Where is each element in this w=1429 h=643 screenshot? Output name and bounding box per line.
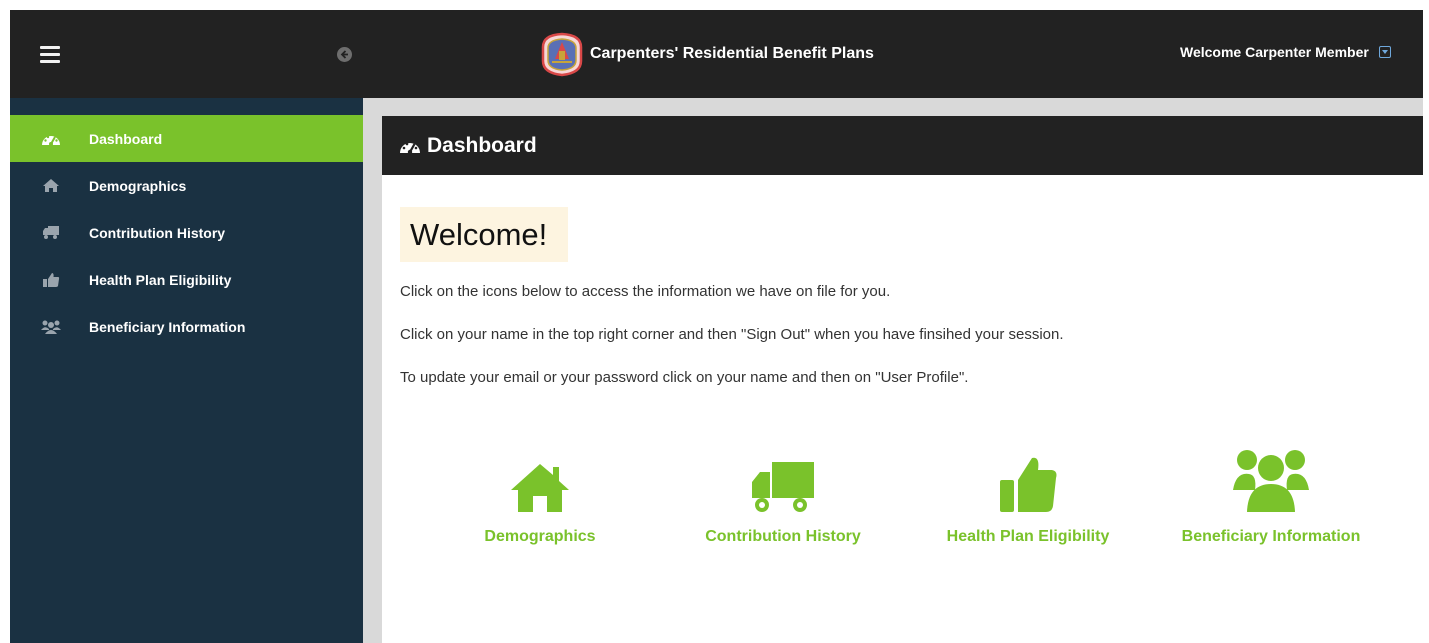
thumbs-up-icon [40, 271, 62, 289]
home-icon[interactable] [430, 446, 650, 514]
panel-header: Dashboard [382, 116, 1423, 175]
hamburger-menu-icon[interactable] [40, 46, 60, 63]
brand[interactable]: Carpenters' Residential Benefit Plans [538, 32, 874, 77]
instruction-line-3: To update your email or your password cl… [400, 369, 969, 386]
sidebar-item-dashboard[interactable]: Dashboard [10, 115, 363, 162]
sidebar-item-label: Demographics [89, 177, 187, 194]
sidebar-item-contribution-history[interactable]: Contribution History [10, 209, 363, 256]
tile-label[interactable]: Demographics [430, 528, 650, 546]
brand-title: Carpenters' Residential Benefit Plans [590, 45, 874, 62]
dashboard-gauge-icon [40, 130, 62, 148]
collapse-sidebar-arrow-icon[interactable] [337, 47, 352, 62]
tile-health-plan-eligibility[interactable]: Health Plan Eligibility [918, 446, 1138, 546]
dropdown-caret-icon[interactable] [1378, 46, 1391, 58]
welcome-title: Welcome! [410, 216, 548, 252]
tile-label[interactable]: Beneficiary Information [1161, 528, 1381, 546]
tile-label[interactable]: Contribution History [673, 528, 893, 546]
carpenters-logo-icon [541, 32, 583, 77]
app-window: Carpenters' Residential Benefit Plans We… [10, 10, 1423, 643]
tile-contribution-history[interactable]: Contribution History [673, 446, 893, 546]
dashboard-panel: Dashboard Welcome! Click on the icons be… [382, 116, 1423, 643]
truck-icon [40, 224, 62, 242]
tile-beneficiary-information[interactable]: Beneficiary Information [1161, 446, 1381, 546]
user-menu-label[interactable]: Welcome Carpenter Member [1180, 44, 1369, 60]
truck-icon[interactable] [673, 446, 893, 514]
sidebar-item-beneficiary-information[interactable]: Beneficiary Information [10, 303, 363, 350]
sidebar-item-health-plan-eligibility[interactable]: Health Plan Eligibility [10, 256, 363, 303]
users-icon[interactable] [1161, 446, 1381, 514]
welcome-banner: Welcome! [400, 207, 568, 262]
thumbs-up-icon[interactable] [918, 446, 1138, 514]
home-icon [40, 177, 62, 195]
panel-title: Dashboard [427, 133, 537, 157]
dashboard-gauge-icon [400, 142, 420, 154]
sidebar-item-label: Beneficiary Information [89, 318, 246, 335]
sidebar-item-label: Contribution History [89, 224, 226, 241]
sidebar-item-label: Health Plan Eligibility [89, 271, 232, 288]
tile-label[interactable]: Health Plan Eligibility [918, 528, 1138, 546]
sidebar-item-demographics[interactable]: Demographics [10, 162, 363, 209]
top-navbar: Carpenters' Residential Benefit Plans We… [10, 10, 1423, 98]
user-menu[interactable]: Welcome Carpenter Member [1180, 44, 1391, 60]
sidebar: Dashboard Demographics Contribution Hist… [10, 98, 363, 643]
sidebar-top-spacer [10, 98, 363, 115]
tile-demographics[interactable]: Demographics [430, 446, 650, 546]
instruction-line-2: Click on your name in the top right corn… [400, 326, 1064, 343]
sidebar-item-label: Dashboard [89, 130, 163, 147]
users-icon [40, 318, 62, 336]
instruction-line-1: Click on the icons below to access the i… [400, 283, 891, 300]
